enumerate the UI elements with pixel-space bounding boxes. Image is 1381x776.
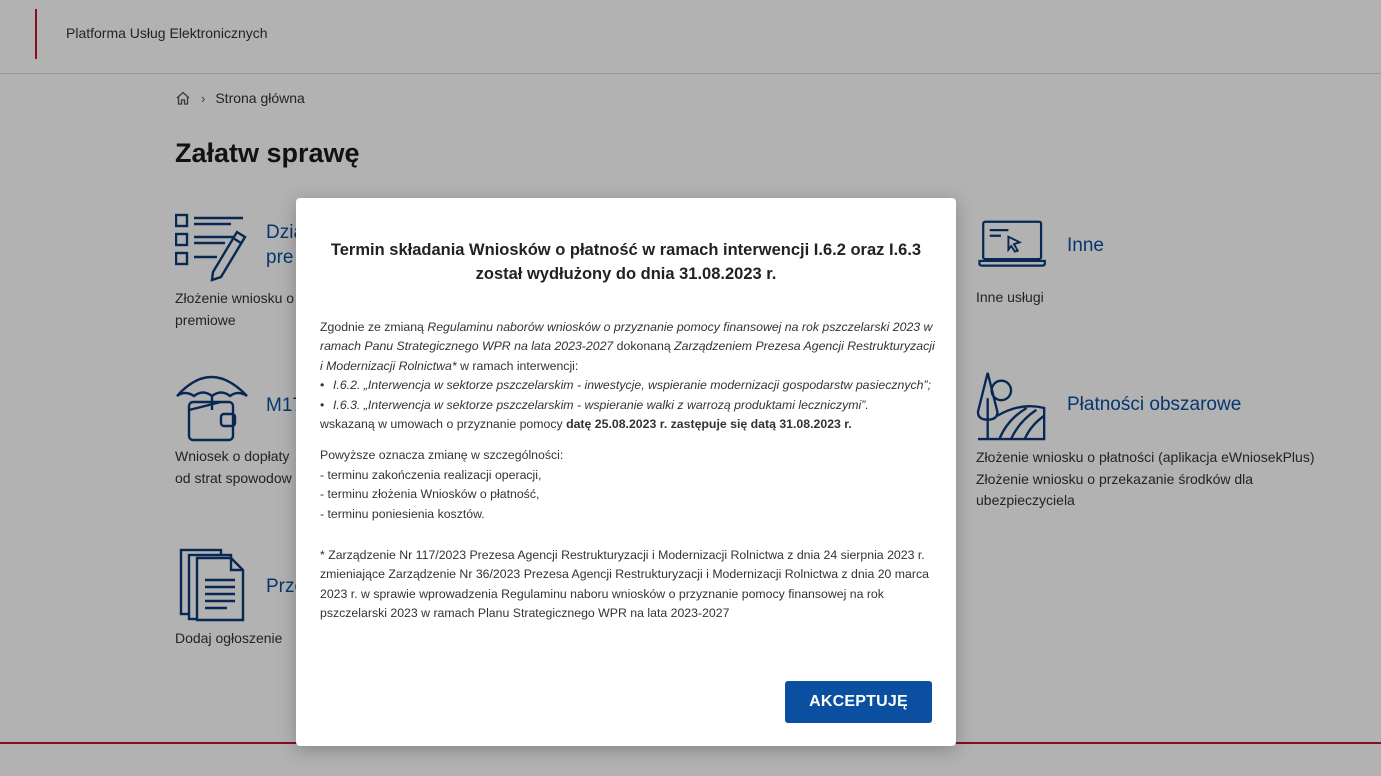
dialog-body: Zgodnie ze zmianą Regulaminu naborów wni…: [320, 318, 936, 624]
list-item: - terminu zakończenia realizacji operacj…: [320, 467, 542, 482]
interventions-list: I.6.2. „Interwencja w sektorze pszczelar…: [320, 376, 936, 415]
dialog-paragraph: Powyższe oznacza zmianę w szczególności:: [320, 448, 564, 463]
dialog-paragraph: wskazaną w umowach o przyznanie pomocy d…: [320, 417, 852, 432]
accept-button[interactable]: AKCEPTUJĘ: [785, 681, 932, 723]
footnote: * Zarządzenie Nr 117/2023 Prezesa Agencj…: [320, 548, 929, 621]
list-item: I.6.2. „Interwencja w sektorze pszczelar…: [320, 376, 936, 396]
list-item: - terminu złożenia Wniosków o płatność,: [320, 487, 540, 502]
list-item: I.6.3. „Interwencja w sektorze pszczelar…: [320, 396, 936, 416]
dialog-paragraph: Zgodnie ze zmianą Regulaminu naborów wni…: [320, 320, 935, 373]
dialog-title: Termin składania Wniosków o płatność w r…: [330, 241, 922, 283]
announcement-dialog: Termin składania Wniosków o płatność w r…: [296, 198, 956, 746]
list-item: - terminu poniesienia kosztów.: [320, 506, 485, 521]
